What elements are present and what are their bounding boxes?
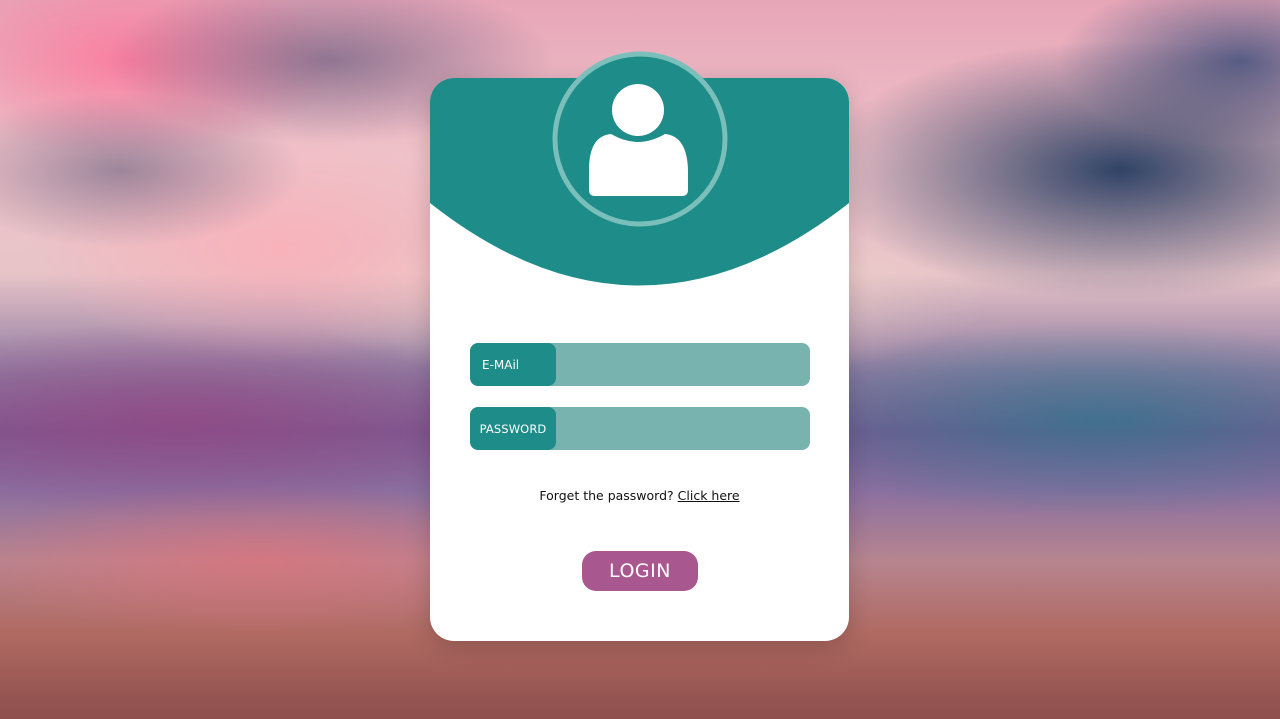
password-label: PASSWORD	[470, 407, 556, 450]
password-input[interactable]	[556, 407, 810, 450]
avatar	[551, 50, 729, 228]
password-field: PASSWORD	[470, 407, 810, 450]
user-icon	[552, 51, 728, 227]
forgot-password-row: Forget the password? Click here	[430, 488, 849, 503]
forgot-password-text: Forget the password?	[539, 488, 674, 503]
click-here-link[interactable]: Click here	[678, 488, 740, 503]
email-input[interactable]	[556, 343, 810, 386]
email-label: E-MAil	[470, 343, 556, 386]
login-button[interactable]: LOGIN	[582, 551, 698, 591]
email-field: E-MAil	[470, 343, 810, 386]
